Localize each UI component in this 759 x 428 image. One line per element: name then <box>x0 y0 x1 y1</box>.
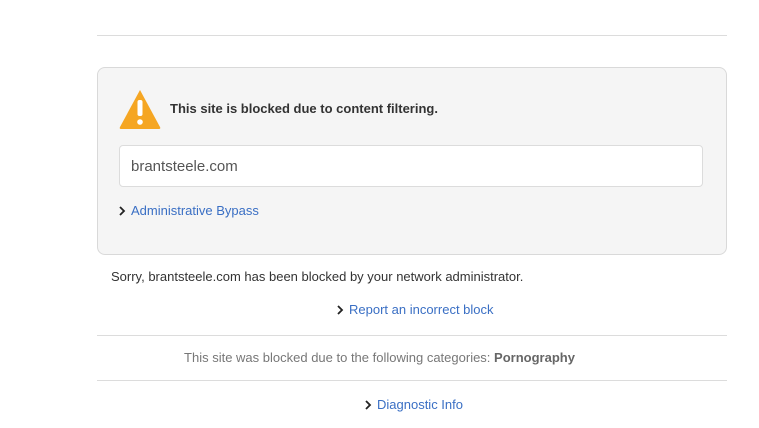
block-card: This site is blocked due to content filt… <box>97 67 727 255</box>
blocked-message: Sorry, brantsteele.com has been blocked … <box>111 269 524 284</box>
chevron-right-icon <box>119 205 126 216</box>
report-toggle[interactable]: Report an incorrect block <box>335 302 494 317</box>
report-incorrect-block-link[interactable]: Report an incorrect block <box>349 302 494 317</box>
diagnostic-toggle[interactable]: Diagnostic Info <box>363 397 463 412</box>
block-headline: This site is blocked due to content filt… <box>170 101 438 116</box>
blocked-url-text: brantsteele.com <box>131 158 238 175</box>
chevron-right-icon <box>365 399 372 410</box>
bypass-toggle[interactable]: Administrative Bypass <box>117 203 259 218</box>
categories-list: Pornography <box>494 350 575 365</box>
diagnostic-info-link[interactable]: Diagnostic Info <box>377 397 463 412</box>
top-divider <box>97 35 727 36</box>
chevron-right-icon <box>337 304 344 315</box>
categories-prefix: This site was blocked due to the followi… <box>184 350 491 365</box>
blocked-categories: This site was blocked due to the followi… <box>0 350 759 365</box>
warning-triangle-icon <box>119 90 161 129</box>
bottom-divider <box>97 380 727 381</box>
blocked-url-field: brantsteele.com <box>119 145 703 187</box>
middle-divider <box>97 335 727 336</box>
administrative-bypass-link[interactable]: Administrative Bypass <box>131 203 259 218</box>
block-page: This site is blocked due to content filt… <box>0 0 759 428</box>
